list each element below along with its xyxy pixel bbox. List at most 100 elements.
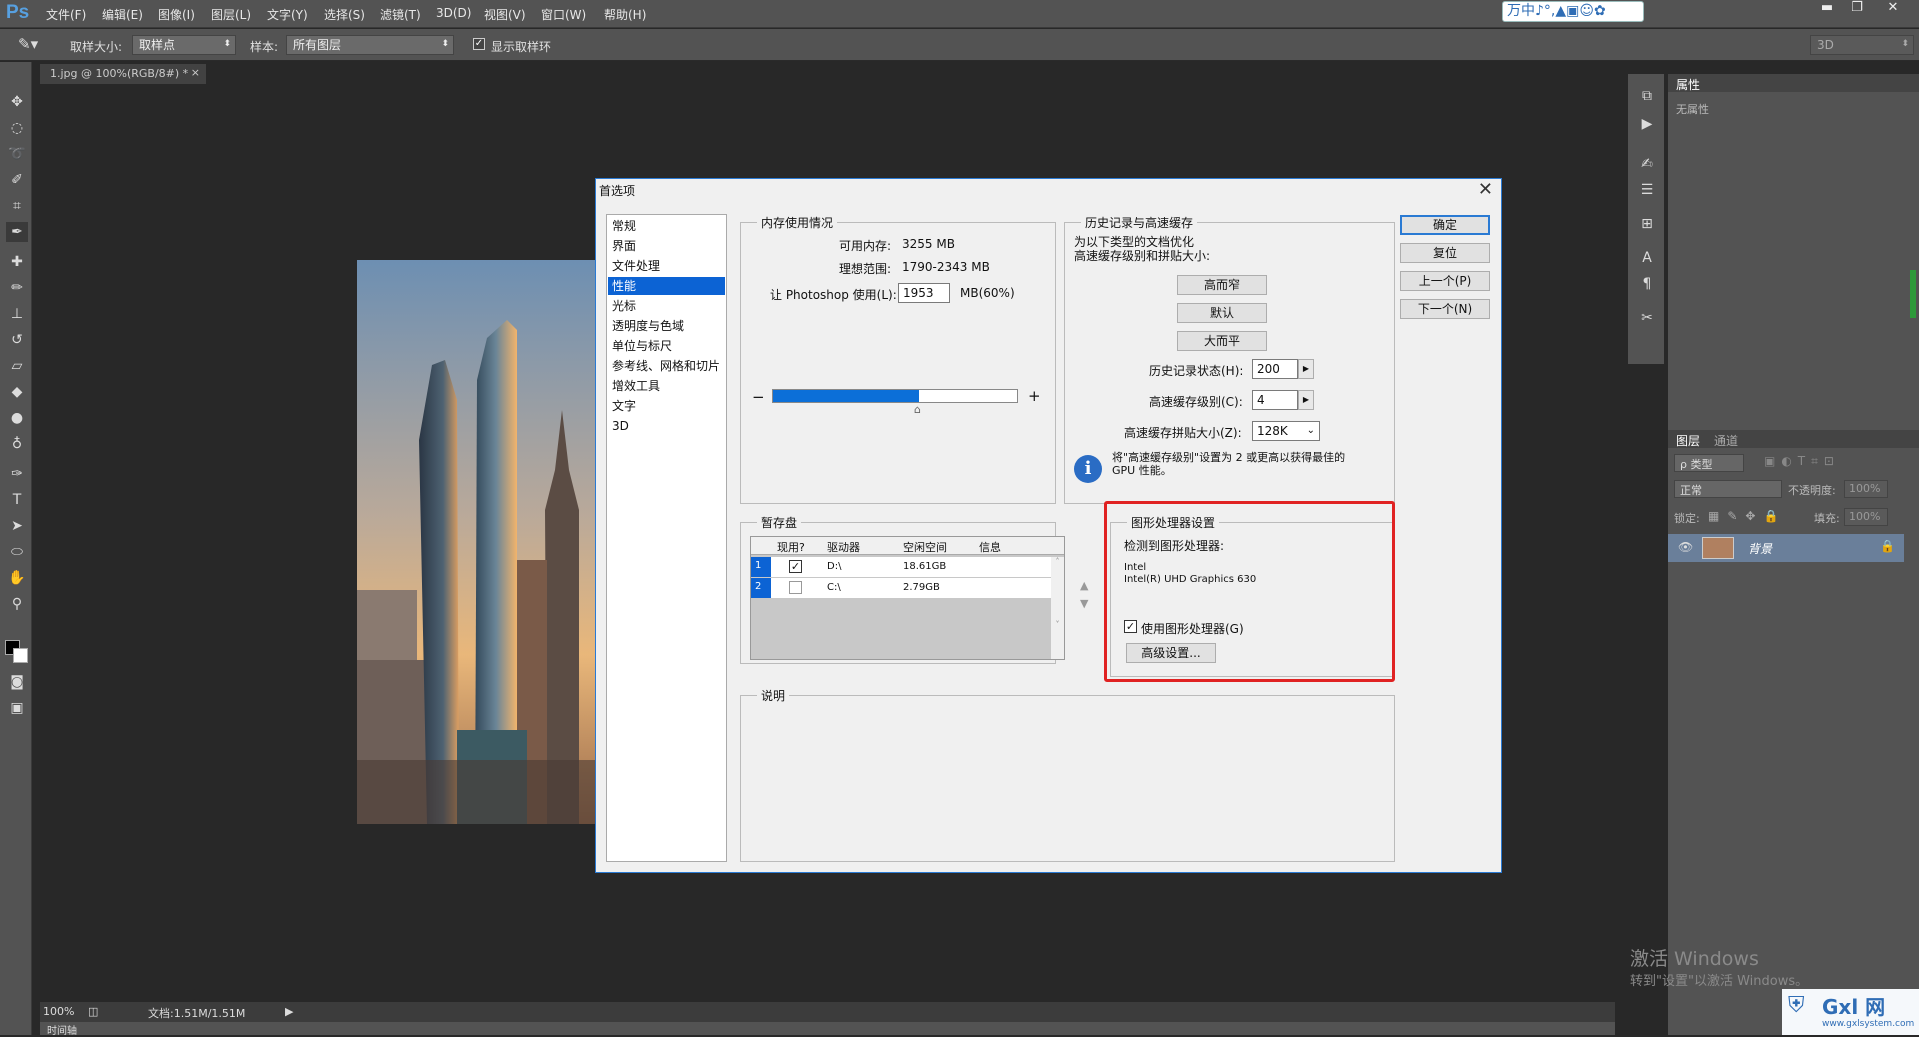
zoom-tool-icon[interactable]: ⚲ xyxy=(6,594,28,614)
cache-tile-size-select[interactable]: 128K ⌄ xyxy=(1252,421,1320,441)
brush-panel-icon[interactable]: ✍ xyxy=(1636,154,1658,174)
hand-tool-icon[interactable]: ✋ xyxy=(6,568,28,588)
show-ring-checkbox[interactable]: ✓ xyxy=(473,38,485,50)
layer-name[interactable]: 背景 xyxy=(1748,540,1772,557)
memory-decrease-button[interactable]: − xyxy=(752,388,765,406)
status-icon[interactable]: ◫ xyxy=(88,1005,98,1018)
close-tab-icon[interactable]: × xyxy=(191,66,200,79)
cache-levels-spin-icon[interactable]: ▶ xyxy=(1298,390,1314,410)
minimize-icon[interactable]: ▬ xyxy=(1812,0,1842,18)
status-menu-arrow-icon[interactable]: ▶ xyxy=(285,1005,293,1018)
crop-tool-icon[interactable]: ⌗ xyxy=(6,196,28,216)
history-brush-icon[interactable]: ↺ xyxy=(6,330,28,350)
workspace-select[interactable]: 3D ⬍ xyxy=(1810,35,1914,55)
visibility-eye-icon[interactable]: 👁 xyxy=(1678,540,1693,554)
clone-stamp-icon[interactable]: ⊥ xyxy=(6,304,28,324)
ellipse-tool-icon[interactable]: ⬭ xyxy=(6,542,28,562)
adjustments-panel-icon[interactable]: ☰ xyxy=(1636,180,1658,200)
fill-field[interactable]: 100% xyxy=(1844,508,1888,526)
tab-channels[interactable]: 通道 xyxy=(1714,432,1738,449)
timeline-panel-tab[interactable]: 时间轴 xyxy=(40,1022,1615,1037)
memory-increase-button[interactable]: + xyxy=(1028,387,1041,405)
memory-slider-thumb-icon[interactable]: ⌂ xyxy=(914,403,921,416)
sample-size-select[interactable]: 取样点 ⬍ xyxy=(132,35,236,55)
tall-thin-button[interactable]: 高而窄 xyxy=(1177,275,1267,295)
category-units[interactable]: 单位与标尺 xyxy=(608,337,725,355)
menu-file[interactable]: 文件(F) xyxy=(46,6,86,23)
background-color-swatch[interactable] xyxy=(13,648,28,663)
category-file-handling[interactable]: 文件处理 xyxy=(608,257,725,275)
category-transparency[interactable]: 透明度与色域 xyxy=(608,317,725,335)
lock-icons[interactable]: ▦✎✥🔒 xyxy=(1708,509,1786,523)
table-row[interactable]: 2 C:\ 2.79GB xyxy=(751,578,1051,598)
quick-select-tool-icon[interactable]: ✐ xyxy=(6,170,28,190)
ok-button[interactable]: 确定 xyxy=(1400,215,1490,235)
menu-edit[interactable]: 编辑(E) xyxy=(102,6,143,23)
restore-icon[interactable]: ❐ xyxy=(1842,0,1872,18)
opacity-field[interactable]: 100% xyxy=(1844,480,1888,498)
blend-mode-select[interactable]: 正常 xyxy=(1674,480,1782,498)
eyedropper-tool-icon[interactable]: ✒ xyxy=(6,222,28,242)
category-cursors[interactable]: 光标 xyxy=(608,297,725,315)
sample-select[interactable]: 所有图层 ⬍ xyxy=(286,35,454,55)
tab-layers[interactable]: 图层 xyxy=(1676,432,1700,449)
category-guides[interactable]: 参考线、网格和切片 xyxy=(608,357,725,375)
menu-layer[interactable]: 图层(L) xyxy=(211,6,251,23)
marquee-tool-icon[interactable]: ◌ xyxy=(6,118,28,138)
menu-select[interactable]: 选择(S) xyxy=(324,6,365,23)
category-plugins[interactable]: 增效工具 xyxy=(608,377,725,395)
move-down-icon[interactable]: ▼ xyxy=(1080,597,1088,610)
document-tab[interactable]: 1.jpg @ 100%(RGB/8#) * × xyxy=(40,64,206,84)
blur-tool-icon[interactable]: ● xyxy=(6,408,28,428)
memory-amount-input[interactable]: 1953 xyxy=(898,283,950,303)
character-panel-icon[interactable]: A xyxy=(1636,248,1658,268)
panel-scroll-indicator[interactable] xyxy=(1910,270,1916,318)
layer-filter-select[interactable]: ρ 类型 xyxy=(1674,454,1744,472)
healing-brush-icon[interactable]: ✚ xyxy=(6,252,28,272)
history-states-input[interactable]: 200 xyxy=(1252,359,1298,379)
lasso-tool-icon[interactable]: ➰ xyxy=(6,144,28,164)
paint-bucket-icon[interactable]: ◆ xyxy=(6,382,28,402)
scratch-d-active-checkbox[interactable]: ✓ xyxy=(789,560,802,573)
dialog-close-icon[interactable]: ✕ xyxy=(1478,179,1493,200)
menu-3d[interactable]: 3D(D) xyxy=(436,6,471,20)
zoom-level[interactable]: 100% xyxy=(43,1005,74,1018)
clone-source-panel-icon[interactable]: ⊞ xyxy=(1636,214,1658,234)
menu-help[interactable]: 帮助(H) xyxy=(604,6,646,23)
close-window-icon[interactable]: ✕ xyxy=(1878,0,1908,18)
memory-slider-track[interactable] xyxy=(772,389,1018,403)
tab-properties[interactable]: 属性 xyxy=(1676,76,1700,93)
history-panel-icon[interactable]: ⧉ xyxy=(1636,86,1658,106)
eraser-tool-icon[interactable]: ▱ xyxy=(6,356,28,376)
default-button[interactable]: 默认 xyxy=(1177,303,1267,323)
screen-mode-icon[interactable]: ▣ xyxy=(6,698,28,718)
ime-toolbar[interactable]: 万中♪°,▲▣☺✿ xyxy=(1502,1,1644,22)
category-type[interactable]: 文字 xyxy=(608,397,725,415)
menu-image[interactable]: 图像(I) xyxy=(158,6,195,23)
menu-window[interactable]: 窗口(W) xyxy=(541,6,586,23)
actions-panel-icon[interactable]: ▶ xyxy=(1636,114,1658,134)
next-button[interactable]: 下一个(N) xyxy=(1400,299,1490,319)
menu-filter[interactable]: 滤镜(T) xyxy=(380,6,421,23)
layer-filter-icons[interactable]: ▣◐T⌗⊡ xyxy=(1764,454,1840,469)
cache-levels-input[interactable]: 4 xyxy=(1252,390,1298,410)
history-states-spin-icon[interactable]: ▶ xyxy=(1298,359,1314,379)
reset-button[interactable]: 复位 xyxy=(1400,243,1490,263)
category-interface[interactable]: 界面 xyxy=(608,237,725,255)
scratch-c-active-checkbox[interactable] xyxy=(789,581,802,594)
menu-type[interactable]: 文字(Y) xyxy=(267,6,308,23)
layer-row-background[interactable]: 👁 背景 🔒 xyxy=(1668,534,1904,562)
type-tool-icon[interactable]: T xyxy=(6,490,28,510)
dodge-tool-icon[interactable]: ♁ xyxy=(6,434,28,454)
brush-tool-icon[interactable]: ✏ xyxy=(6,278,28,298)
move-up-icon[interactable]: ▲ xyxy=(1080,579,1088,592)
eyedropper-tool-preset-icon[interactable]: ✎▾ xyxy=(18,35,38,53)
pen-tool-icon[interactable]: ✑ xyxy=(6,464,28,484)
quick-mask-icon[interactable]: ◙ xyxy=(6,672,28,692)
menu-view[interactable]: 视图(V) xyxy=(484,6,526,23)
table-scrollbar[interactable]: ˄ ˅ xyxy=(1051,557,1064,659)
category-3d[interactable]: 3D xyxy=(608,417,725,435)
move-tool-icon[interactable]: ✥ xyxy=(6,92,28,112)
path-select-icon[interactable]: ➤ xyxy=(6,516,28,536)
paragraph-panel-icon[interactable]: ¶ xyxy=(1636,274,1658,294)
